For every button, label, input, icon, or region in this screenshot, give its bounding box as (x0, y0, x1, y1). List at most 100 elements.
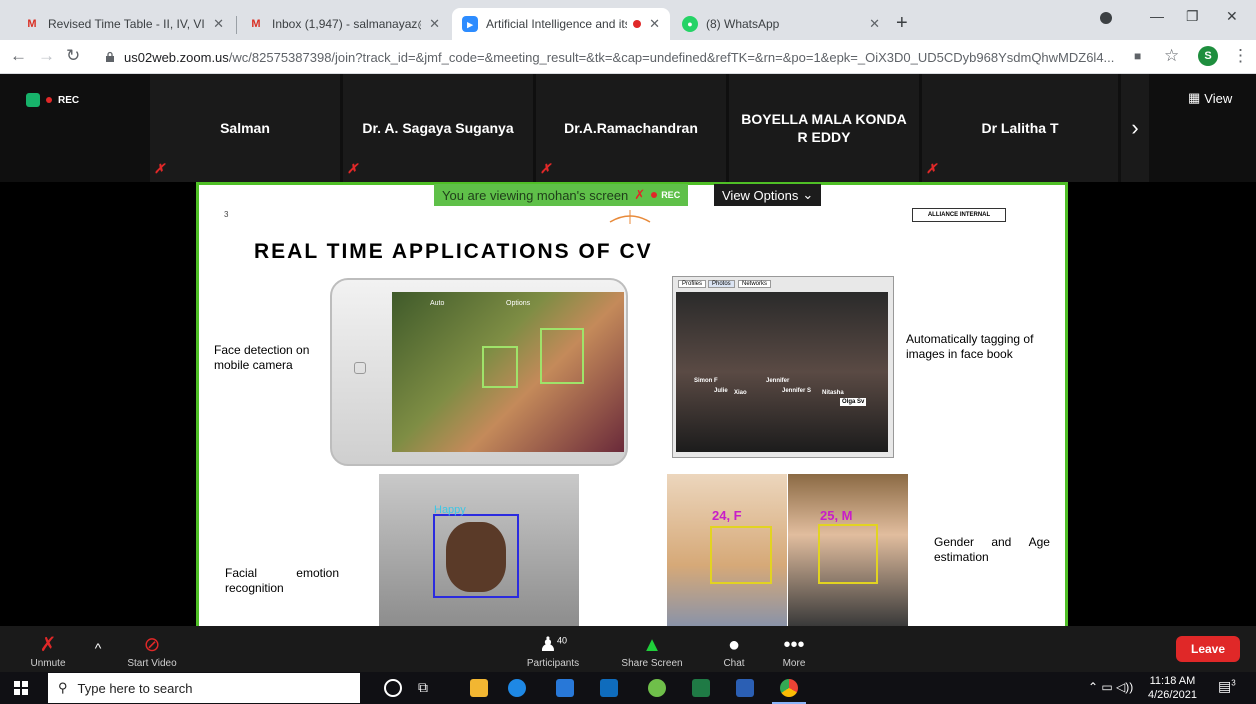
chat-button[interactable]: ● Chat (714, 626, 754, 672)
leave-button[interactable]: Leave (1176, 636, 1240, 662)
store-icon[interactable] (556, 679, 574, 697)
unmute-button[interactable]: ✗ Unmute (24, 626, 72, 672)
mic-muted-icon: ✗ (540, 161, 551, 176)
close-window-button[interactable]: ✕ (1226, 8, 1238, 25)
participant-tile-lalitha[interactable]: Dr Lalitha T ✗ (922, 74, 1118, 182)
word-icon[interactable] (736, 679, 754, 697)
notifications-icon[interactable]: ▤3 (1218, 678, 1236, 695)
account-dot-icon[interactable] (1100, 12, 1112, 24)
face-tag: Nitasha (822, 390, 844, 396)
windows-start-icon[interactable] (14, 681, 28, 695)
view-options-button[interactable]: View Options ⌄ (714, 184, 822, 206)
caption-face-detection: Face detection on mobile camera (214, 343, 310, 372)
grid-view-icon: ▦ (1188, 90, 1201, 105)
android-studio-icon[interactable] (648, 679, 666, 697)
face-detect-box (540, 328, 584, 384)
mic-muted-icon: ✗ (347, 161, 358, 176)
camera-options-label: Options (506, 300, 531, 307)
face-tag: Xiao (734, 390, 747, 396)
caption-gender-age: Gender and Age estimation (934, 535, 1050, 564)
close-tab-icon[interactable]: ✕ (213, 16, 224, 32)
tab-zoom-meeting[interactable]: ▸ Artificial Intelligence and its ✕ (452, 8, 670, 40)
slide-number: 3 (224, 210, 229, 219)
profile-avatar[interactable]: S (1198, 46, 1218, 66)
viewing-banner: You are viewing mohan's screen ✗ REC (434, 184, 689, 206)
participant-tile-ramachandran[interactable]: Dr.A.Ramachandran ✗ (536, 74, 726, 182)
chrome-icon[interactable] (780, 679, 798, 697)
audio-options-chevron[interactable]: ^ (88, 626, 108, 672)
browser-tab-bar: M Revised Time Table - II, IV, VI Sem ✕ … (0, 0, 1256, 40)
file-explorer-icon[interactable] (470, 679, 488, 697)
tab-inbox[interactable]: M Inbox (1,947) - salmanayaz@gma ✕ (238, 8, 450, 40)
emotion-detect-box (433, 514, 519, 598)
whatsapp-icon: ● (682, 16, 698, 32)
start-video-button[interactable]: ⊘ Start Video (120, 626, 184, 672)
taskbar-search-input[interactable]: ⚲ Type here to search (48, 673, 360, 703)
next-page-chevron-icon[interactable]: › (1121, 74, 1149, 182)
age-label: 25, M (820, 508, 853, 523)
caption-tagging: Automatically tagging of images in face … (906, 332, 1034, 361)
emotion-label: Happy (434, 504, 466, 516)
logo-swoosh-icon (609, 210, 651, 224)
video-off-icon: ⊘ (143, 634, 161, 656)
gmail-icon: M (251, 18, 261, 30)
participant-tile-salman[interactable]: Salman ✗ (150, 74, 340, 182)
tab-timetable[interactable]: M Revised Time Table - II, IV, VI Sem ✕ (14, 8, 234, 40)
participants-button[interactable]: ♟40 Participants (518, 626, 588, 672)
more-dots-icon: ••• (783, 634, 805, 656)
face-detect-box (482, 346, 518, 388)
recording-icon (633, 20, 642, 28)
close-tab-icon[interactable]: ✕ (429, 16, 440, 32)
taskbar-clock[interactable]: 11:18 AM 4/26/2021 (1148, 674, 1197, 702)
mic-muted-icon: ✗ (39, 634, 57, 656)
windows-taskbar: ⚲ Type here to search ⧉ ⌃ ▭ ◁)) 11:18 AM… (0, 672, 1256, 704)
fb-tab-photos: Photos (708, 280, 735, 288)
close-tab-icon[interactable]: ✕ (649, 16, 660, 32)
caption-emotion: Facial emotion recognition (225, 566, 339, 595)
mail-icon[interactable] (600, 679, 618, 697)
participant-tile-boyella[interactable]: BOYELLA MALA KONDA R EDDY (729, 74, 919, 182)
view-button[interactable]: ▦ View (1188, 90, 1232, 106)
url-field[interactable]: us02web.zoom.us/wc/82575387398/join?trac… (104, 44, 1144, 70)
search-icon: ⚲ (58, 680, 68, 695)
address-bar: ← → ↻ us02web.zoom.us/wc/82575387398/joi… (0, 40, 1256, 74)
close-tab-icon[interactable]: ✕ (869, 16, 880, 32)
gmail-icon: M (27, 18, 37, 30)
forward-button[interactable]: → (38, 46, 55, 66)
minimize-button[interactable]: — (1150, 8, 1164, 24)
tab-whatsapp[interactable]: ● (8) WhatsApp ✕ (672, 8, 890, 40)
age-detect-box (710, 526, 772, 584)
shield-icon (26, 93, 40, 107)
excel-icon[interactable] (692, 679, 710, 697)
participant-tile-suganya[interactable]: Dr. A. Sagaya Suganya ✗ (343, 74, 533, 182)
more-button[interactable]: ••• More (774, 626, 814, 672)
task-view-icon[interactable]: ⧉ (418, 679, 436, 697)
menu-kebab-icon[interactable]: ⋮ (1232, 46, 1249, 66)
reload-button[interactable]: ↻ (66, 46, 80, 66)
bookmark-star-icon[interactable]: ☆ (1164, 46, 1179, 66)
restore-button[interactable]: ❐ (1186, 8, 1199, 25)
system-tray-icons[interactable]: ⌃ ▭ ◁)) (1088, 680, 1133, 694)
fb-tab-profiles: Profiles (678, 280, 707, 288)
edge-icon[interactable] (508, 679, 526, 697)
chat-icon: ● (727, 634, 741, 656)
age-detect-box (818, 524, 878, 584)
rec-indicator: REC (651, 190, 680, 200)
face-tag: Jennifer S (782, 388, 812, 394)
cortana-icon[interactable] (384, 679, 402, 697)
camera-auto-label: Auto (430, 300, 445, 307)
mic-muted-icon: ✗ (634, 187, 646, 202)
new-tab-button[interactable]: + (896, 12, 908, 35)
face-tag: Simon F (694, 378, 718, 384)
recording-indicator: REC (26, 90, 79, 110)
face-tag: Olga Sv (840, 398, 867, 406)
mic-muted-icon: ✗ (154, 161, 165, 176)
rec-dot-icon (46, 97, 52, 103)
fb-tab-networks: Networks (738, 280, 772, 288)
chevron-down-icon: ⌄ (802, 187, 814, 202)
face-tag: Jennifer (766, 378, 790, 384)
back-button[interactable]: ← (10, 46, 27, 66)
camera-icon[interactable]: ■ (1134, 49, 1141, 63)
slide-title: REAL TIME APPLICATIONS OF CV (254, 240, 653, 263)
share-screen-button[interactable]: ▲ Share Screen (614, 626, 690, 672)
